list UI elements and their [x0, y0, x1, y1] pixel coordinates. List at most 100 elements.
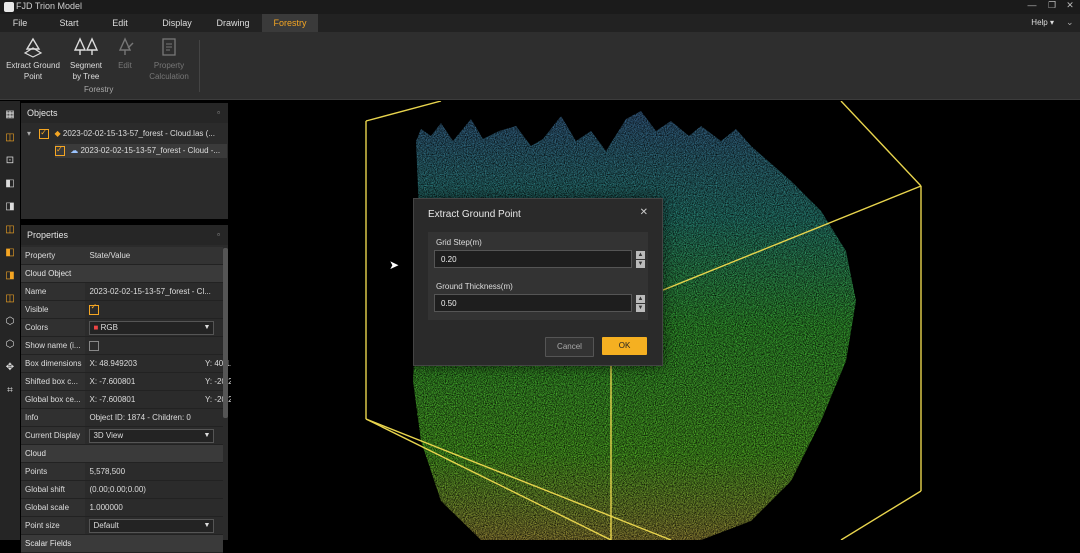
cube-side-icon[interactable]: ◨	[4, 201, 16, 213]
dropdown-arrow-icon: ▼	[203, 431, 211, 439]
prop-key: Current Display	[21, 426, 86, 445]
prop-key: Global box ce...	[21, 390, 86, 409]
segment-by-tree-button[interactable]: Segment by Tree	[66, 36, 106, 82]
cube-left-icon[interactable]: ◨	[4, 270, 16, 282]
pin-icon[interactable]: ▫	[217, 225, 220, 245]
thickness-spinner[interactable]: ▲ ▼	[636, 295, 645, 313]
prop-key: Box dimensions	[21, 354, 86, 373]
rgb-icon: ■	[93, 322, 99, 332]
mouse-cursor-icon: ➤	[389, 258, 400, 272]
ribbon-label: by Tree	[72, 72, 100, 81]
ribbon-label: Point	[23, 72, 43, 81]
help-menu[interactable]: Help ▾	[1031, 14, 1054, 32]
tree-item-label: 2023-02-02-15-13-57_forest - Cloud -...	[80, 146, 221, 155]
ribbon-label: Extract Ground	[6, 61, 60, 70]
ribbon-label: Calculation	[149, 72, 189, 81]
point-size-select[interactable]: Default ▼	[89, 518, 215, 533]
prop-key: Shifted box c...	[21, 372, 86, 391]
menu-start[interactable]: Start	[52, 14, 86, 32]
minimize-icon[interactable]: —	[1024, 0, 1040, 10]
prop-value: Y: -20.2...	[205, 377, 239, 386]
prop-value: (0.00;0.00;0.00)	[85, 480, 223, 499]
prop-key: Info	[21, 408, 86, 427]
cube-front-icon[interactable]: ◧	[4, 178, 16, 190]
transform-icon[interactable]: ✥	[4, 362, 16, 374]
crop-icon[interactable]: ⌗	[4, 385, 16, 397]
column-header: Property	[21, 247, 86, 265]
cube-right-icon[interactable]: ◫	[4, 293, 16, 305]
prop-key: Name	[21, 282, 86, 301]
expand-arrow-icon[interactable]: ▾	[27, 129, 31, 138]
ok-button[interactable]: OK	[602, 337, 647, 355]
grid-step-spinner[interactable]: ▲ ▼	[636, 251, 645, 269]
restore-icon[interactable]: ❐	[1044, 0, 1060, 11]
prop-key: Points	[21, 462, 86, 481]
edit-icon	[118, 37, 134, 55]
spin-down-icon[interactable]: ▼	[636, 304, 645, 312]
iso-view-icon[interactable]: ⬡	[4, 316, 16, 328]
tool-strip: ▦ ◫ ⊡ ◧ ◨ ◫ ◧ ◨ ◫ ⬡ ⬡ ✥ ⌗	[0, 101, 20, 540]
spin-up-icon[interactable]: ▲	[636, 295, 645, 303]
extract-ground-point-button[interactable]: Extract Ground Point	[4, 36, 62, 82]
segment-tree-icon	[73, 37, 99, 55]
ground-thickness-input[interactable]: 0.50 ▲ ▼	[434, 294, 645, 312]
collapse-ribbon-icon[interactable]: ⌄	[1066, 17, 1076, 29]
visibility-checkbox[interactable]	[39, 126, 50, 140]
iso-view-2-icon[interactable]: ⬡	[4, 339, 16, 351]
colors-select[interactable]: ■ RGB ▼	[89, 320, 215, 335]
show-name-checkbox[interactable]	[89, 340, 100, 351]
properties-header: Properties ▫	[21, 225, 228, 245]
grid-view-icon[interactable]: ▦	[4, 109, 16, 121]
property-calculation-button[interactable]: Property Calculation	[144, 36, 194, 82]
section-header: Cloud	[21, 444, 223, 463]
tree-item-child[interactable]: ☁ 2023-02-02-15-13-57_forest - Cloud -..…	[55, 143, 227, 158]
menu-edit[interactable]: Edit	[104, 14, 136, 32]
cube-top-icon[interactable]: ◫	[4, 224, 16, 236]
visibility-checkbox[interactable]	[55, 143, 65, 157]
cube-icon[interactable]: ◫	[4, 132, 16, 144]
menu-drawing[interactable]: Drawing	[210, 14, 256, 32]
menu-forestry[interactable]: Forestry	[262, 14, 318, 32]
prop-value: Y: 40.1...	[205, 359, 237, 368]
spin-up-icon[interactable]: ▲	[636, 251, 645, 259]
select-value: 3D View	[93, 430, 124, 440]
dialog-form: Grid Step(m) 0.20 ▲ ▼ Ground Thickness(m…	[428, 232, 648, 320]
title-bar: FJD Trion Model — ❐ ✕	[0, 0, 1080, 14]
visible-checkbox[interactable]	[89, 302, 100, 315]
extract-ground-point-dialog: Extract Ground Point ✕ Grid Step(m) 0.20…	[413, 198, 663, 366]
close-icon[interactable]: ✕	[1062, 0, 1078, 11]
tree-item-parent[interactable]: ▾ ◆ 2023-02-02-15-13-57_forest - Cloud.l…	[27, 126, 215, 141]
prop-key: Global scale	[21, 498, 86, 517]
prop-value: X: -7.600801	[89, 395, 136, 404]
ribbon-group-label: Forestry	[84, 85, 114, 94]
objects-header: Objects ▫	[21, 103, 228, 123]
pin-icon[interactable]: ▫	[217, 103, 220, 123]
grid-step-input[interactable]: 0.20 ▲ ▼	[434, 250, 645, 268]
properties-table: Property State/Value Cloud Object Name 202…	[21, 247, 239, 553]
app-logo-icon	[4, 2, 14, 12]
property-calculation-icon	[162, 38, 176, 56]
prop-value: 5,578,500	[85, 462, 223, 481]
objects-title: Objects	[27, 108, 58, 118]
prop-value: Object ID: 1874 - Children: 0	[85, 408, 223, 427]
cloud-icon: ☁	[70, 146, 79, 155]
cancel-button[interactable]: Cancel	[545, 337, 594, 357]
select-value: Default	[93, 520, 119, 530]
properties-scrollbar[interactable]	[223, 248, 228, 418]
ribbon-label: Property	[153, 61, 185, 70]
properties-title: Properties	[27, 230, 69, 240]
prop-value[interactable]: 2023-02-02-15-13-57_forest - Cl...	[85, 282, 223, 301]
close-icon[interactable]: ✕	[640, 207, 648, 218]
dropdown-arrow-icon: ▼	[203, 521, 211, 529]
section-header: Cloud Object	[21, 264, 223, 283]
ribbon-label: Edit	[118, 61, 132, 70]
edit-button[interactable]: Edit	[110, 36, 140, 71]
spin-down-icon[interactable]: ▼	[636, 260, 645, 268]
menu-file[interactable]: File	[4, 14, 36, 32]
current-display-select[interactable]: 3D View ▼	[89, 428, 215, 443]
menu-display[interactable]: Display	[156, 14, 198, 32]
prop-key: Point size	[21, 516, 86, 535]
cube-back-icon[interactable]: ◧	[4, 247, 16, 259]
lock-icon[interactable]: ⊡	[4, 155, 16, 167]
input-value: 0.20	[441, 255, 457, 264]
